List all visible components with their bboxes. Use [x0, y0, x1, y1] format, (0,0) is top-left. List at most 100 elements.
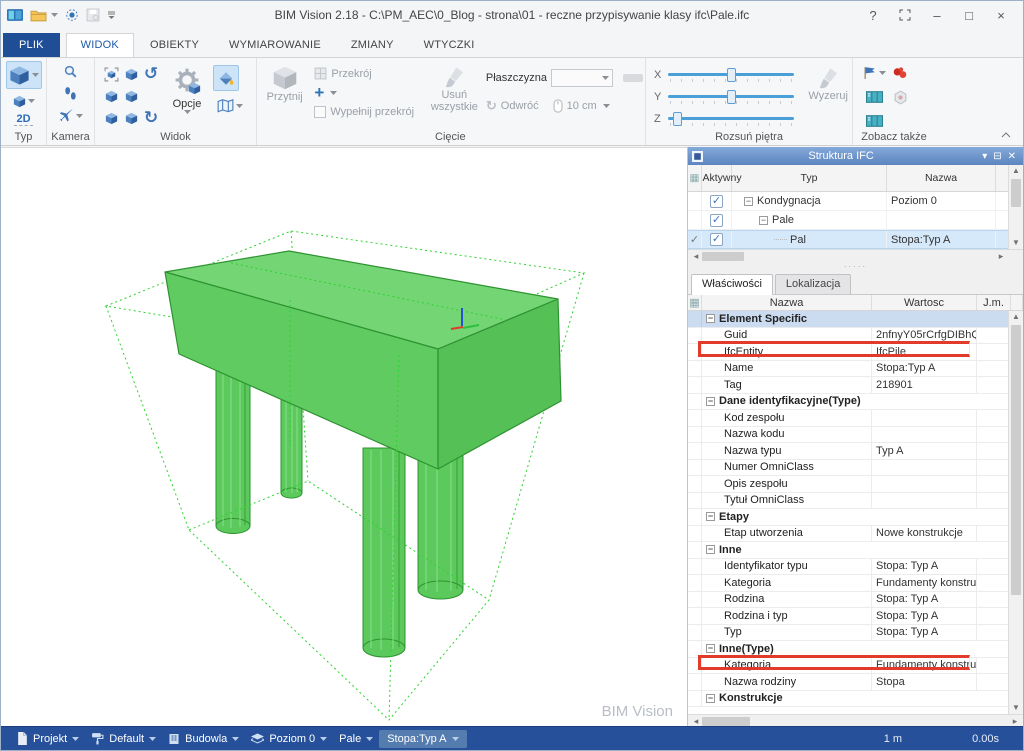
property-group-row[interactable]: −Inne(Type) [688, 641, 1023, 658]
panel-close-button[interactable]: ✕ [1008, 151, 1016, 162]
property-group-row[interactable]: −Dane identyfikacyjne(Type) [688, 394, 1023, 411]
view-iso-button[interactable] [104, 111, 119, 126]
tree-expander[interactable]: − [759, 216, 768, 225]
remove-all-sections-button[interactable]: Usuń wszystkie [431, 61, 478, 129]
ribbon-tab-widok[interactable]: WIDOK [66, 33, 134, 57]
property-row[interactable]: Tag218901 [688, 377, 1023, 394]
maximize-button[interactable]: □ [955, 4, 983, 26]
color-fill-button[interactable] [213, 65, 239, 91]
ribbon-tab-obiekty[interactable]: OBIEKTY [136, 34, 213, 57]
slider-track[interactable] [668, 111, 794, 127]
slider-handle[interactable] [673, 112, 682, 126]
slider-handle[interactable] [727, 68, 736, 82]
ribbon-tab-plik[interactable]: PLIK [3, 33, 60, 57]
status-item-stopa-typ-a[interactable]: Stopa:Typ A [379, 730, 466, 748]
property-row[interactable]: Etap utworzeniaNowe konstrukcje [688, 526, 1023, 543]
structure-col-name[interactable]: Nazwa [887, 165, 996, 191]
view-3d-button[interactable] [6, 61, 42, 89]
viewport-3d[interactable]: BIM Vision [1, 147, 687, 728]
row-active-checkbox[interactable]: ✓ [702, 231, 732, 248]
view-top-button[interactable] [124, 67, 139, 82]
property-row[interactable]: TypStopa: Typ A [688, 625, 1023, 642]
plane-select[interactable] [551, 69, 613, 87]
close-button[interactable]: × [987, 4, 1015, 26]
open-file-button[interactable] [30, 9, 58, 22]
property-group-row[interactable]: −Inne [688, 542, 1023, 559]
property-row[interactable]: Kod zespołu [688, 410, 1023, 427]
save-view-button[interactable] [86, 8, 100, 22]
view-front-button[interactable] [104, 89, 119, 104]
collisions-button[interactable] [887, 65, 913, 81]
ribbon-tab-wtyczki[interactable]: WTYCZKI [410, 34, 489, 57]
group-expander[interactable]: − [706, 694, 715, 703]
slider-track[interactable] [668, 89, 794, 105]
customize-toolbar-button[interactable] [107, 11, 116, 20]
properties-col-name[interactable]: Nazwa [702, 295, 872, 310]
slider-handle[interactable] [727, 90, 736, 104]
rotate-right-button[interactable]: ↻ [143, 110, 159, 126]
group-expander[interactable]: − [706, 644, 715, 653]
zoom-tool-button[interactable] [62, 63, 79, 80]
status-item-pale[interactable]: Pale [333, 731, 379, 747]
windows-layout-button[interactable] [861, 90, 887, 104]
property-group-row[interactable]: −Etapy [688, 509, 1023, 526]
structure-col-type[interactable]: Typ [732, 165, 887, 191]
minimap-button[interactable] [213, 95, 247, 117]
view-side-button[interactable] [124, 89, 139, 104]
fly-mode-button[interactable] [57, 107, 84, 124]
group-expander[interactable]: − [706, 512, 715, 521]
properties-corner-icon[interactable]: ▦ [688, 295, 702, 310]
row-active-checkbox[interactable]: ✓ [702, 192, 732, 210]
structure-hscrollbar[interactable]: ◂▸ [688, 249, 1023, 263]
properties-tab-lokalizacja[interactable]: Lokalizacja [775, 274, 851, 294]
structure-vscrollbar[interactable]: ▲▼ [1008, 165, 1023, 249]
view-hidden-line-button[interactable] [6, 91, 42, 111]
properties-col-unit[interactable]: J.m. [977, 295, 1011, 310]
slider-track[interactable] [668, 67, 794, 83]
walk-mode-button[interactable] [63, 85, 78, 102]
properties-col-value[interactable]: Wartosc [872, 295, 977, 310]
property-group-row[interactable]: −Konstrukcje [688, 691, 1023, 708]
property-row[interactable]: Tytuł OmniClass [688, 493, 1023, 510]
structure-row[interactable]: ✓−Pale [688, 211, 1023, 230]
structure-row[interactable]: ✓−KondygnacjaPoziom 0 [688, 192, 1023, 211]
property-row[interactable]: Nazwa typuTyp A [688, 443, 1023, 460]
property-row[interactable]: NameStopa:Typ A [688, 361, 1023, 378]
status-item-budowla[interactable]: Budowla [162, 731, 245, 747]
fill-section-checkbox[interactable]: Wypełnij przekrój [314, 106, 422, 118]
group-expander[interactable]: − [706, 397, 715, 406]
invert-section-button[interactable]: ↻Odwróć [486, 99, 539, 113]
status-item-default[interactable]: Default [85, 730, 162, 747]
properties-tab-właściwości[interactable]: Właściwości [691, 274, 773, 295]
status-item-poziom-0[interactable]: Poziom 0 [245, 731, 333, 747]
minimize-button[interactable]: – [923, 4, 951, 26]
structure-col-active[interactable]: Aktywny [702, 165, 732, 191]
group-expander[interactable]: − [706, 314, 715, 323]
explode-slider-z[interactable]: Z [654, 109, 850, 128]
properties-vscrollbar[interactable]: ▲▼ [1008, 311, 1023, 714]
property-row[interactable]: Guid2nfnyY05rCrfgDIBhQdbMN [688, 328, 1023, 345]
focus-tool-button[interactable] [65, 8, 79, 22]
tree-expander[interactable]: − [744, 197, 753, 206]
options-button[interactable] [170, 63, 204, 97]
windows-layout2-button[interactable] [861, 114, 887, 128]
property-row[interactable]: Nazwa kodu [688, 427, 1023, 444]
group-expander[interactable]: − [706, 545, 715, 554]
view-2d-button[interactable]: 2D [14, 113, 32, 126]
property-row[interactable]: Identyfikator typuStopa: Typ A [688, 559, 1023, 576]
property-row[interactable]: Opis zespołu [688, 476, 1023, 493]
fullscreen-button[interactable] [891, 4, 919, 26]
plane-remove-button[interactable] [623, 74, 643, 82]
property-group-row[interactable]: −Element Specific [688, 311, 1023, 328]
property-row[interactable]: Nazwa rodzinyStopa [688, 674, 1023, 691]
structure-row[interactable]: ✓✓PalStopa:Typ A [688, 230, 1023, 249]
flags-button[interactable] [861, 65, 887, 81]
reset-explode-button[interactable]: Wyzeruj [808, 66, 848, 102]
panel-splitter[interactable]: ····· [688, 263, 1023, 271]
ribbon-tab-wymiarowanie[interactable]: WYMIAROWANIE [215, 34, 335, 57]
section-button[interactable]: Przekrój [314, 67, 422, 80]
view-back-button[interactable] [124, 111, 139, 126]
section-step-select[interactable]: 10 cm [553, 99, 610, 113]
structure-corner-icon[interactable]: ▦ [688, 165, 702, 191]
panel-dock-button[interactable]: ⊟ [993, 151, 1001, 162]
